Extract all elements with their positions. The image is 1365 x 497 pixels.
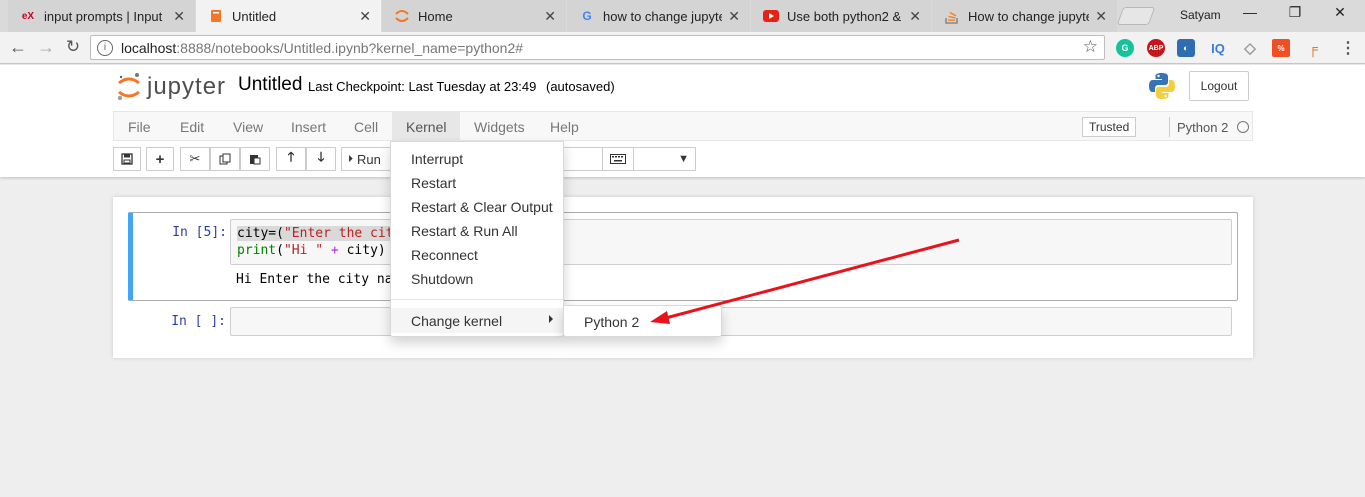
minimize-icon[interactable]: — <box>1235 4 1265 20</box>
forward-icon[interactable]: → <box>36 37 56 58</box>
jupyter-logo-icon <box>117 73 140 101</box>
browser-address-bar: ← → ↻ i localhost:8888/notebooks/Untitle… <box>0 32 1365 64</box>
back-icon[interactable]: ← <box>8 37 28 58</box>
cell-input-prompt: In [ ]: <box>171 314 226 329</box>
copy-button[interactable] <box>210 147 240 171</box>
close-icon[interactable]: ✕ <box>728 8 740 25</box>
menu-kebab-icon[interactable]: ⋮ <box>1339 39 1357 57</box>
close-icon[interactable]: ✕ <box>359 8 371 25</box>
move-up-button[interactable]: 🡑 <box>276 147 306 171</box>
logout-button[interactable]: Logout <box>1189 71 1249 101</box>
cut-button[interactable]: ✂ <box>180 147 210 171</box>
notebook-title[interactable]: Untitled <box>238 74 302 96</box>
code-editor-empty[interactable] <box>230 307 1232 336</box>
notebook-menubar: File Edit View Insert Cell Kernel Widget… <box>113 111 1253 141</box>
close-icon[interactable]: ✕ <box>544 8 556 25</box>
grammarly-icon[interactable]: G <box>1116 39 1134 57</box>
reload-icon[interactable]: ↻ <box>63 37 83 57</box>
save-icon <box>121 153 133 165</box>
scissors-icon: ✂ <box>189 151 201 166</box>
checkpoint-status: Last Checkpoint: Last Tuesday at 23:49 <box>308 79 537 94</box>
jupyter-notebook-icon <box>208 8 224 24</box>
caret-down-icon: ▼ <box>678 153 689 165</box>
close-window-icon[interactable]: ✕ <box>1325 4 1355 21</box>
browser-tab-active[interactable]: Untitled ✕ <box>196 0 381 32</box>
copy-icon <box>219 153 231 165</box>
browser-tab[interactable]: Home ✕ <box>382 0 566 32</box>
menu-widgets[interactable]: Widgets <box>460 112 539 141</box>
insert-cell-button[interactable]: + <box>146 147 174 171</box>
info-icon[interactable]: i <box>97 39 113 56</box>
menu-kernel[interactable]: Kernel <box>392 112 461 141</box>
extension-icon[interactable]: % <box>1272 39 1290 57</box>
arrow-up-icon: 🡑 <box>287 149 295 164</box>
stackoverflow-icon <box>944 8 960 24</box>
autosave-status: (autosaved) <box>546 79 615 94</box>
menu-edit[interactable]: Edit <box>166 112 218 141</box>
step-forward-icon: ⏵ <box>348 153 353 165</box>
jupyter-icon <box>394 8 410 24</box>
menu-insert[interactable]: Insert <box>277 112 340 141</box>
paste-icon <box>250 155 261 165</box>
kernel-menu-restart-run-all[interactable]: Restart & Run All <box>391 219 563 243</box>
code-cell-selected[interactable]: In [5]: city=("Enter the cit print("Hi "… <box>128 212 1238 301</box>
menu-divider <box>391 299 563 300</box>
browser-tab-strip: eX input prompts | Input | ✕ Untitled ✕ … <box>0 0 1365 32</box>
save-button[interactable] <box>113 147 141 171</box>
kernel-name: Python 2 <box>1169 117 1228 137</box>
adblock-plus-icon[interactable]: ABP <box>1147 39 1165 57</box>
maximize-icon[interactable]: ❐ <box>1280 4 1310 21</box>
kernel-menu-restart-clear[interactable]: Restart & Clear Output <box>391 195 563 219</box>
kernel-menu-restart[interactable]: Restart <box>391 171 563 195</box>
close-icon[interactable]: ✕ <box>173 8 185 25</box>
jupyter-header: jupyter Untitled Last Checkpoint: Last T… <box>0 65 1365 177</box>
run-button[interactable]: ⏵ Run <box>341 147 393 171</box>
kernel-option-python2[interactable]: Python 2 <box>564 310 721 334</box>
change-kernel-submenu: Python 2 <box>563 305 722 337</box>
python-logo-icon <box>1149 73 1175 99</box>
menu-cell[interactable]: Cell <box>340 112 392 141</box>
notebook-toolbar: + ✂ 🡑 🡓 ⏵ Run ▼ <box>113 147 1253 173</box>
plus-icon: + <box>155 150 165 168</box>
menu-view[interactable]: View <box>219 112 277 141</box>
move-down-button[interactable]: 🡓 <box>306 147 336 171</box>
code-editor[interactable]: city=("Enter the cit print("Hi " + city) <box>230 219 1232 265</box>
caret-right-icon <box>549 315 553 323</box>
menu-help[interactable]: Help <box>536 112 593 141</box>
kernel-menu-dropdown: Interrupt Restart Restart & Clear Output… <box>390 141 564 337</box>
close-icon[interactable]: ✕ <box>1095 8 1107 25</box>
close-icon[interactable]: ✕ <box>909 8 921 25</box>
keyboard-icon <box>610 154 626 164</box>
extension-icon[interactable]: ◐ <box>1177 39 1195 57</box>
trusted-indicator[interactable]: Trusted <box>1082 117 1137 137</box>
edx-icon: eX <box>21 10 35 22</box>
extension-icon[interactable]: ╒ <box>1304 39 1322 57</box>
kernel-idle-indicator-icon <box>1237 121 1249 133</box>
bookmark-star-icon[interactable]: ☆ <box>1083 37 1098 57</box>
url-input[interactable]: i localhost:8888/notebooks/Untitled.ipyn… <box>90 35 1105 60</box>
cell-output: Hi Enter the city na <box>236 272 393 287</box>
kernel-menu-change-kernel[interactable]: Change kernel <box>391 308 563 333</box>
kernel-menu-shutdown[interactable]: Shutdown <box>391 267 563 291</box>
menu-file[interactable]: File <box>114 112 165 141</box>
browser-tab[interactable]: Use both python2 & 3 ✕ <box>751 0 931 32</box>
browser-tab[interactable]: How to change jupyter ✕ <box>932 0 1117 32</box>
jupyter-logo[interactable]: jupyter <box>117 72 226 102</box>
arrow-down-icon: 🡓 <box>317 149 325 164</box>
kernel-menu-reconnect[interactable]: Reconnect <box>391 243 563 267</box>
new-tab-button[interactable] <box>1116 7 1156 25</box>
iq-icon[interactable]: IQ <box>1209 39 1227 57</box>
kernel-menu-interrupt[interactable]: Interrupt <box>391 147 563 171</box>
paste-button[interactable] <box>240 147 270 171</box>
browser-tab[interactable]: eX input prompts | Input | ✕ <box>8 0 195 32</box>
cell-input-prompt: In [5]: <box>172 225 227 240</box>
browser-user-name[interactable]: Satyam <box>1180 8 1221 22</box>
tag-icon[interactable]: ◇ <box>1241 39 1259 57</box>
browser-tab[interactable]: G how to change jupyter ✕ <box>567 0 750 32</box>
google-icon: G <box>582 9 592 23</box>
command-palette-button[interactable] <box>602 147 634 171</box>
youtube-icon <box>763 8 779 24</box>
